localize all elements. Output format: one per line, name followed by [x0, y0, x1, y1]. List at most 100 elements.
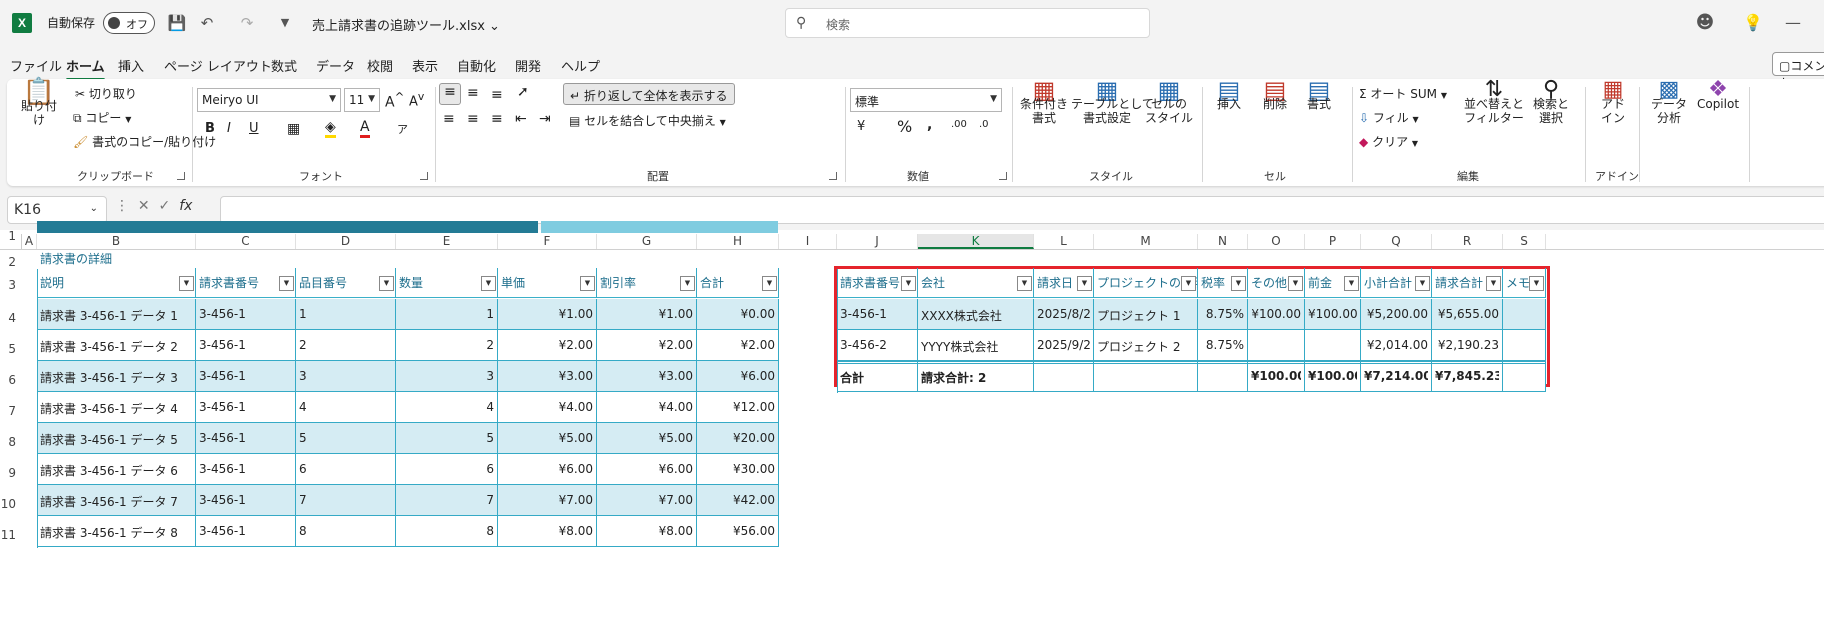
table-cell[interactable]: ¥8.00: [600, 524, 693, 538]
table-cell[interactable]: 3-456-1: [840, 307, 914, 321]
table-cell[interactable]: 請求合計: 2: [921, 369, 1030, 386]
table-cell[interactable]: ¥2.00: [700, 338, 775, 352]
row-header-5[interactable]: 5: [0, 342, 20, 356]
table-cell[interactable]: ¥20.00: [700, 431, 775, 445]
orientation-icon[interactable]: ➚: [517, 84, 529, 100]
tab-insert[interactable]: 挿入: [118, 56, 144, 75]
table-cell[interactable]: ¥8.00: [501, 524, 593, 538]
table-cell[interactable]: 5: [299, 431, 392, 445]
fill-color-icon[interactable]: ◈: [325, 119, 336, 138]
table-cell[interactable]: 3-456-1: [199, 400, 292, 414]
table-cell[interactable]: 2025/9/2: [1037, 338, 1090, 352]
table-cell[interactable]: 請求書 3-456-1 データ 3: [40, 369, 192, 386]
align-middle-icon[interactable]: ≡: [467, 85, 479, 101]
filter-dropdown-icon[interactable]: ▼: [179, 276, 194, 291]
row-header-10[interactable]: 10: [0, 497, 20, 511]
more-icon[interactable]: ⋮: [115, 198, 129, 214]
table-cell[interactable]: ¥7,845.23: [1435, 369, 1499, 383]
copilot-button[interactable]: ❖ Copilot: [1693, 79, 1743, 112]
find-select-button[interactable]: ⚲ 検索と 選択: [1527, 79, 1575, 126]
table-cell[interactable]: ¥5,200.00: [1364, 307, 1428, 321]
table-cell[interactable]: ¥6.00: [600, 462, 693, 476]
table-cell[interactable]: 請求書 3-456-1 データ 2: [40, 338, 192, 355]
table-cell[interactable]: 請求書 3-456-1 データ 7: [40, 493, 192, 510]
table-cell[interactable]: 4: [399, 400, 494, 414]
table-cell[interactable]: 8: [299, 524, 392, 538]
decrease-indent-icon[interactable]: ⇤: [515, 111, 527, 127]
tab-view[interactable]: 表示: [412, 56, 438, 75]
filter-dropdown-icon[interactable]: ▼: [1344, 276, 1359, 291]
row-header-6[interactable]: 6: [0, 373, 20, 387]
table-cell[interactable]: YYYY株式会社: [921, 338, 1030, 355]
filter-dropdown-icon[interactable]: ▼: [1288, 276, 1303, 291]
tab-developer[interactable]: 開発: [515, 56, 541, 75]
align-left-icon[interactable]: ≡: [443, 111, 455, 127]
tab-home[interactable]: ホーム: [66, 56, 105, 81]
table-cell[interactable]: ¥2.00: [600, 338, 693, 352]
search-box[interactable]: ⚲ 検索: [785, 8, 1150, 38]
comments-button[interactable]: ▢コメント: [1772, 52, 1824, 90]
align-center-icon[interactable]: ≡: [467, 111, 479, 127]
filter-dropdown-icon[interactable]: ▼: [580, 276, 595, 291]
column-header-e[interactable]: E: [396, 234, 498, 249]
column-header-c[interactable]: C: [196, 234, 296, 249]
column-header-m[interactable]: M: [1094, 234, 1198, 249]
percent-icon[interactable]: %: [897, 117, 912, 136]
tab-help[interactable]: ヘルプ: [561, 56, 600, 75]
grow-font-button[interactable]: A^: [385, 90, 404, 111]
table-cell[interactable]: ¥30.00: [700, 462, 775, 476]
shrink-font-button[interactable]: Av: [409, 90, 424, 109]
table-cell[interactable]: ¥3.00: [501, 369, 593, 383]
tab-file[interactable]: ファイル: [10, 56, 62, 75]
table-cell[interactable]: 3-456-1: [199, 524, 292, 538]
dialog-launcher-icon[interactable]: [829, 172, 837, 180]
table-cell[interactable]: ¥7.00: [600, 493, 693, 507]
filter-dropdown-icon[interactable]: ▼: [1017, 276, 1032, 291]
tab-page-layout[interactable]: ページ レイアウト: [164, 56, 272, 75]
column-header-g[interactable]: G: [597, 234, 697, 249]
analyze-data-button[interactable]: ▩ データ 分析: [1647, 79, 1691, 126]
filter-dropdown-icon[interactable]: ▼: [901, 276, 916, 291]
column-header-s[interactable]: S: [1503, 234, 1546, 249]
column-header-h[interactable]: H: [697, 234, 779, 249]
column-header-f[interactable]: F: [498, 234, 597, 249]
filter-dropdown-icon[interactable]: ▼: [1415, 276, 1430, 291]
format-painter-button[interactable]: 🖌 書式のコピー/貼り付け: [73, 133, 216, 150]
table-cell[interactable]: 3-456-1: [199, 431, 292, 445]
filter-dropdown-icon[interactable]: ▼: [762, 276, 777, 291]
table-cell[interactable]: 請求書 3-456-1 データ 4: [40, 400, 192, 417]
clear-button[interactable]: ◆ クリア ▼: [1359, 133, 1418, 150]
table-cell[interactable]: ¥6.00: [700, 369, 775, 383]
merge-center-button[interactable]: ▤ セルを結合して中央揃え ▼: [569, 112, 726, 129]
autosave-toggle[interactable]: オフ: [103, 12, 155, 34]
table-cell[interactable]: ¥5.00: [501, 431, 593, 445]
table-cell[interactable]: 7: [399, 493, 494, 507]
column-header-b[interactable]: B: [37, 234, 196, 249]
worksheet-grid[interactable]: A B C D E F G H I J K L M N O P Q R S 1 …: [0, 221, 1824, 623]
table-cell[interactable]: 2: [299, 338, 392, 352]
table-cell[interactable]: ¥7.00: [501, 493, 593, 507]
column-header-r[interactable]: R: [1432, 234, 1503, 249]
italic-button[interactable]: I: [227, 121, 231, 136]
font-color-icon[interactable]: A: [360, 119, 370, 138]
undo-icon[interactable]: ↶: [196, 12, 218, 34]
table-cell[interactable]: 5: [399, 431, 494, 445]
table-cell[interactable]: ¥4.00: [501, 400, 593, 414]
phonetic-icon[interactable]: ア: [397, 121, 408, 137]
table-cell[interactable]: 3-456-1: [199, 369, 292, 383]
align-right-icon[interactable]: ≡: [491, 111, 503, 127]
table-cell[interactable]: 3-456-2: [840, 338, 914, 352]
tab-review[interactable]: 校閲: [367, 56, 393, 75]
table-cell[interactable]: ¥2,014.00: [1364, 338, 1428, 352]
avatar[interactable]: ☻: [1694, 12, 1716, 34]
name-box[interactable]: K16 ⌄: [7, 196, 107, 224]
column-header-o[interactable]: O: [1248, 234, 1305, 249]
row-header-9[interactable]: 9: [0, 466, 20, 480]
filter-dropdown-icon[interactable]: ▼: [1486, 276, 1501, 291]
column-header-a[interactable]: A: [22, 234, 37, 249]
table-cell[interactable]: 1: [399, 307, 494, 321]
table-cell[interactable]: ¥1.00: [501, 307, 593, 321]
delete-cells-button[interactable]: ▤ 削除: [1253, 78, 1297, 111]
filter-dropdown-icon[interactable]: ▼: [1181, 276, 1196, 291]
table-cell[interactable]: 8.75%: [1201, 338, 1244, 352]
